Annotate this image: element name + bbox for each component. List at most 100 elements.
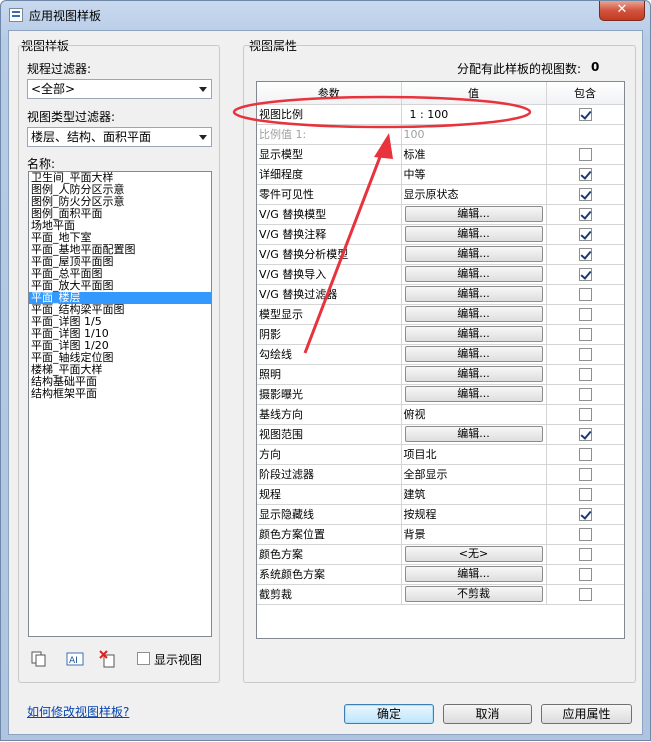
include-checkbox[interactable]	[578, 407, 592, 421]
property-edit-button[interactable]: 编辑...	[404, 286, 543, 302]
delete-icon[interactable]	[99, 650, 117, 668]
rename-icon[interactable]: AI	[66, 650, 84, 668]
include-checkbox[interactable]	[578, 487, 592, 501]
title-bar[interactable]: 应用视图样板 ✕	[1, 1, 650, 29]
header-include[interactable]: 包含	[546, 82, 624, 105]
property-include-cell	[546, 104, 624, 125]
header-value[interactable]: 值	[401, 82, 547, 105]
property-edit-button[interactable]: 编辑...	[404, 426, 543, 442]
include-checkbox[interactable]	[578, 467, 592, 481]
property-include-cell	[546, 524, 624, 545]
property-value[interactable]: 俯视	[401, 404, 547, 425]
include-checkbox[interactable]	[578, 587, 592, 601]
property-param: V/G 替换模型	[257, 204, 402, 225]
help-link[interactable]: 如何修改视图样板?	[27, 703, 129, 720]
property-include-cell	[546, 444, 624, 465]
property-value[interactable]: 中等	[401, 164, 547, 185]
property-edit-button[interactable]: 编辑...	[404, 566, 543, 582]
duplicate-icon[interactable]	[30, 650, 48, 668]
include-checkbox[interactable]	[578, 187, 592, 201]
include-checkbox[interactable]	[578, 527, 592, 541]
property-edit-button[interactable]: 编辑...	[404, 326, 543, 342]
property-value-cell: 不剪裁	[401, 584, 547, 605]
property-include-cell	[546, 584, 624, 605]
property-value[interactable]: 1 : 100	[401, 104, 547, 125]
include-checkbox[interactable]	[578, 427, 592, 441]
property-value[interactable]: 全部显示	[401, 464, 547, 485]
property-include-cell	[546, 164, 624, 185]
dialog-client: 视图样板 规程过滤器: <全部> 视图类型过滤器: 楼层、结构、面积平面 名称:…	[8, 30, 643, 735]
cancel-button[interactable]: 取消	[443, 704, 532, 724]
property-edit-button[interactable]: <无>	[404, 546, 543, 562]
include-checkbox[interactable]	[578, 327, 592, 341]
include-checkbox[interactable]	[578, 207, 592, 221]
ok-button[interactable]: 确定	[344, 704, 434, 724]
property-edit-button[interactable]: 编辑...	[404, 206, 543, 222]
property-edit-button[interactable]: 编辑...	[404, 386, 543, 402]
property-value[interactable]: 背景	[401, 524, 547, 545]
property-include-cell	[546, 304, 624, 325]
property-value[interactable]: 按规程	[401, 504, 547, 525]
property-edit-button[interactable]: 编辑...	[404, 306, 543, 322]
include-checkbox[interactable]	[578, 267, 592, 281]
include-checkbox[interactable]	[578, 107, 592, 121]
property-edit-button[interactable]: 编辑...	[404, 346, 543, 362]
property-param: 视图比例	[257, 104, 402, 125]
include-checkbox[interactable]	[578, 447, 592, 461]
property-row: 阴影 编辑...	[257, 324, 624, 345]
include-checkbox[interactable]	[578, 567, 592, 581]
include-checkbox[interactable]	[578, 547, 592, 561]
property-edit-button[interactable]: 编辑...	[404, 266, 543, 282]
include-checkbox[interactable]	[578, 507, 592, 521]
close-button[interactable]: ✕	[599, 1, 645, 21]
include-checkbox[interactable]	[578, 347, 592, 361]
include-checkbox[interactable]	[578, 147, 592, 161]
include-checkbox[interactable]	[578, 247, 592, 261]
property-value-cell: 编辑...	[401, 324, 547, 345]
template-name-list[interactable]: 卫生间_平面大样 图例_人防分区示意 图例_防火分区示意 图例_面积平面 场地平面 平面_…	[28, 171, 212, 637]
discipline-filter-combo[interactable]: <全部>	[27, 79, 212, 99]
property-param: 阴影	[257, 324, 402, 345]
viewtype-filter-value: 楼层、结构、面积平面	[31, 130, 152, 144]
property-param: 颜色方案位置	[257, 524, 402, 545]
property-param: 基线方向	[257, 404, 402, 425]
apply-properties-button[interactable]: 应用属性	[541, 704, 632, 724]
discipline-filter-value: <全部>	[31, 82, 76, 96]
include-checkbox[interactable]	[578, 287, 592, 301]
include-checkbox[interactable]	[578, 387, 592, 401]
include-checkbox[interactable]	[578, 167, 592, 181]
property-include-cell	[546, 484, 624, 505]
property-value[interactable]: 显示原状态	[401, 184, 547, 205]
property-param: 显示隐藏线	[257, 504, 402, 525]
property-row: 比例值 1: 100	[257, 124, 624, 145]
property-value[interactable]: 建筑	[401, 484, 547, 505]
property-param: 照明	[257, 364, 402, 385]
property-include-cell	[546, 464, 624, 485]
property-param: 颜色方案	[257, 544, 402, 565]
property-row: 颜色方案位置 背景	[257, 524, 624, 545]
property-include-cell	[546, 384, 624, 405]
include-checkbox[interactable]	[578, 307, 592, 321]
chevron-down-icon	[199, 135, 207, 140]
names-label: 名称:	[27, 157, 56, 171]
property-value-cell: 编辑...	[401, 304, 547, 325]
property-row: 视图范围 编辑...	[257, 424, 624, 445]
property-row: 截剪裁 不剪裁	[257, 584, 624, 605]
property-edit-button[interactable]: 编辑...	[404, 366, 543, 382]
show-views-checkbox[interactable]	[137, 652, 150, 665]
template-list-item[interactable]: 结构框架平面	[29, 388, 211, 400]
property-value[interactable]: 项目北	[401, 444, 547, 465]
property-edit-button[interactable]: 编辑...	[404, 246, 543, 262]
property-edit-button[interactable]: 编辑...	[404, 226, 543, 242]
include-checkbox[interactable]	[578, 367, 592, 381]
include-checkbox[interactable]	[578, 227, 592, 241]
property-value[interactable]: 标准	[401, 144, 547, 165]
property-edit-button[interactable]: 不剪裁	[404, 586, 543, 602]
viewtype-filter-combo[interactable]: 楼层、结构、面积平面	[27, 127, 212, 147]
header-param[interactable]: 参数	[257, 82, 402, 105]
assigned-count-value: 0	[591, 60, 600, 74]
show-views-label: 显示视图	[154, 653, 203, 667]
property-row: 显示隐藏线 按规程	[257, 504, 624, 525]
property-param: 方向	[257, 444, 402, 465]
chevron-down-icon	[199, 87, 207, 92]
